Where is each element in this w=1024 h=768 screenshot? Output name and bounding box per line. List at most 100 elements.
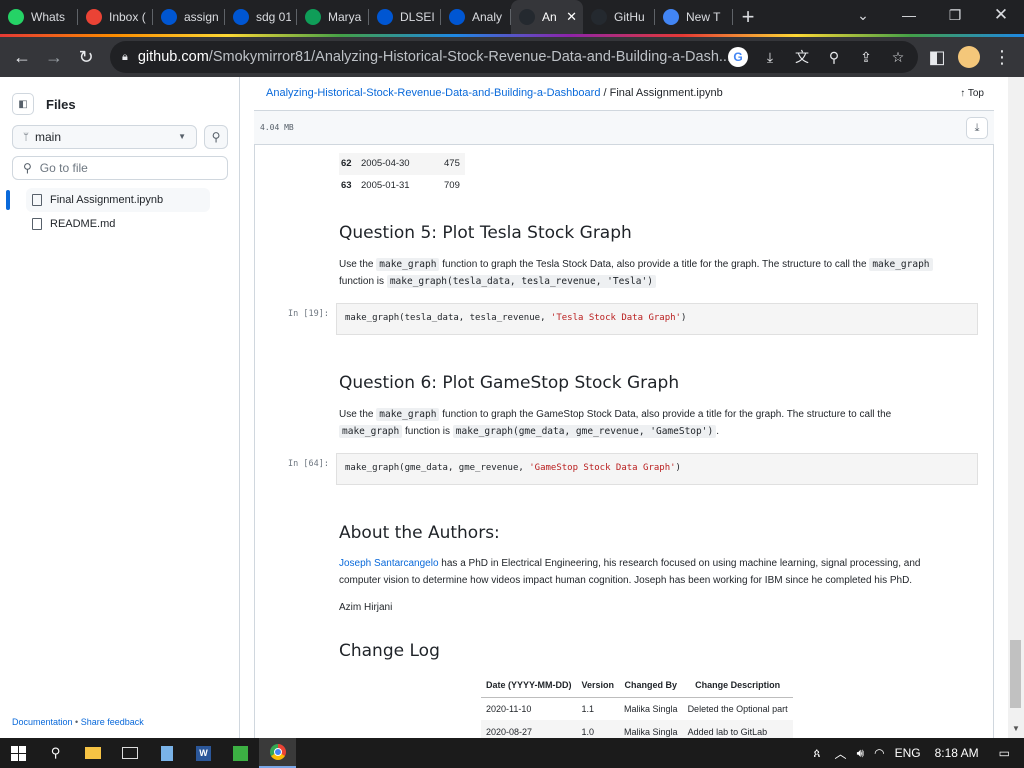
- bookmark-star-icon[interactable]: ☆: [888, 47, 908, 67]
- browser-tab[interactable]: GitHu: [583, 0, 655, 34]
- q5-text-2: function to graph the Tesla Stock Data, …: [439, 259, 870, 270]
- row-index: 62: [341, 158, 352, 169]
- menu-icon[interactable]: ⋮: [986, 41, 1018, 73]
- table-header-row: Date (YYYY-MM-DD) Version Changed By Cha…: [481, 673, 793, 698]
- q6-text-1: Use the: [339, 409, 377, 420]
- close-tab-icon[interactable]: ✕: [566, 9, 577, 25]
- volume-icon[interactable]: 🔊︎: [857, 746, 865, 761]
- panel-footer: Documentation • Share feedback: [12, 717, 144, 727]
- reload-icon[interactable]: ↻: [70, 41, 102, 73]
- column-header: Changed By: [619, 673, 683, 698]
- scrollbar-thumb[interactable]: [1010, 640, 1021, 708]
- share-feedback-link[interactable]: Share feedback: [81, 717, 144, 727]
- tab-title: An: [542, 10, 557, 24]
- q6-code-1: make_graph: [376, 408, 440, 421]
- code-cell[interactable]: make_graph(tesla_data, tesla_revenue, 'T…: [336, 303, 978, 335]
- q5-code-2: make_graph: [869, 258, 933, 271]
- word-icon[interactable]: W: [185, 738, 222, 768]
- tab-title: New T: [686, 10, 721, 24]
- browser-tab[interactable]: Analy: [441, 0, 511, 34]
- google-lens-icon[interactable]: G: [728, 47, 748, 67]
- file-name: Final Assignment.ipynb: [50, 194, 164, 206]
- branch-selector[interactable]: ᛘ main ▼: [12, 125, 197, 149]
- coursera-icon: [233, 9, 249, 25]
- restore-icon[interactable]: ❐: [932, 0, 978, 30]
- profile-avatar[interactable]: [953, 41, 985, 73]
- scroll-down-icon[interactable]: ▼: [1012, 724, 1020, 733]
- clock[interactable]: 8:18 AM: [935, 746, 979, 760]
- table-cell: Malika Singla: [624, 703, 678, 714]
- documentation-link[interactable]: Documentation: [12, 717, 73, 727]
- browser-toolbar: ← → ↻ 🔒︎ github.com /Smokymirror81/Analy…: [0, 37, 1024, 77]
- windows-taskbar: ⚲ W ጰ ︿ 🔊︎ ◠ ENG 8:18 AM ▭: [0, 738, 1024, 768]
- notebook-viewport[interactable]: 62 2005-04-30 475 63 2005-01-31 709 Ques…: [254, 145, 994, 738]
- goto-file-input[interactable]: ⚲ Go to file: [12, 156, 228, 180]
- repo-link[interactable]: Analyzing-Historical-Stock-Revenue-Data-…: [266, 87, 600, 99]
- browser-tab[interactable]: An ✕: [511, 0, 583, 34]
- question6-text: Use the make_graph function to graph the…: [339, 406, 929, 440]
- whatsapp-icon: [8, 9, 24, 25]
- q5-code-1: make_graph: [376, 258, 440, 271]
- back-icon[interactable]: ←: [6, 41, 38, 73]
- collapse-panel-icon[interactable]: ◧: [12, 93, 34, 115]
- file-explorer-icon[interactable]: [74, 738, 111, 768]
- browser-tab[interactable]: assign: [153, 0, 225, 34]
- chrome-taskbar-icon[interactable]: [259, 738, 296, 768]
- forward-icon[interactable]: →: [38, 41, 70, 73]
- file-tree-item[interactable]: README.md: [26, 212, 210, 236]
- translate-icon[interactable]: 文: [792, 47, 812, 67]
- search-icon[interactable]: ⚲: [204, 125, 228, 149]
- windows-start-icon[interactable]: [0, 738, 37, 768]
- author-link[interactable]: Joseph Santarcangelo: [339, 558, 439, 569]
- tab-search-icon[interactable]: ⌄: [840, 0, 886, 30]
- code-cell[interactable]: make_graph(gme_data, gme_revenue, 'GameS…: [336, 453, 978, 485]
- second-author: Azim Hirjani: [339, 602, 393, 613]
- notification-icon[interactable]: ▭: [999, 746, 1010, 760]
- side-panel-icon[interactable]: ◧: [921, 41, 953, 73]
- top-label: Top: [967, 88, 984, 99]
- browser-tab[interactable]: Marya: [297, 0, 369, 34]
- column-header: Date (YYYY-MM-DD): [481, 673, 577, 698]
- tab-title: assign: [184, 10, 219, 24]
- tab-title: Inbox (: [109, 10, 146, 24]
- search-icon[interactable]: ⚲: [37, 738, 74, 768]
- share-icon[interactable]: ⇪: [856, 47, 876, 67]
- file-tree-item[interactable]: Final Assignment.ipynb: [26, 188, 210, 212]
- column-header: Change Description: [682, 673, 793, 698]
- new-tab-icon[interactable]: +: [733, 0, 763, 34]
- file-name-crumb: Final Assignment.ipynb: [609, 87, 723, 99]
- column-header: Version: [576, 673, 620, 698]
- browser-tab[interactable]: Inbox (: [78, 0, 153, 34]
- install-icon[interactable]: ⤓: [760, 47, 780, 67]
- people-icon[interactable]: ጰ: [813, 746, 820, 761]
- zoom-icon[interactable]: ⚲: [824, 47, 844, 67]
- table-cell: 1.0: [576, 720, 620, 738]
- browser-tab[interactable]: Whats: [0, 0, 78, 34]
- download-icon[interactable]: ⤓: [966, 117, 988, 139]
- wifi-icon[interactable]: ◠: [874, 746, 884, 760]
- close-window-icon[interactable]: ✕: [978, 0, 1024, 30]
- top-link[interactable]: ↑ Top: [960, 88, 984, 99]
- tab-title: Whats: [31, 10, 66, 24]
- browser-tab[interactable]: New T: [655, 0, 733, 34]
- snipping-tool-icon[interactable]: [222, 738, 259, 768]
- lock-icon: 🔒︎: [122, 50, 128, 63]
- table-cell: 2020-08-27: [481, 720, 577, 738]
- address-bar[interactable]: 🔒︎ github.com /Smokymirror81/Analyzing-H…: [110, 41, 918, 73]
- minimize-icon[interactable]: —: [886, 0, 932, 30]
- browser-tab[interactable]: sdg 01: [225, 0, 297, 34]
- q6-text-4: .: [716, 426, 719, 437]
- page-scrollbar[interactable]: ▼: [1008, 77, 1024, 738]
- table-cell: Malika Singla: [619, 720, 683, 738]
- row-revenue: 475: [444, 158, 460, 169]
- table-cell: Added lab to GitLab: [682, 720, 793, 738]
- terminal-icon[interactable]: [111, 738, 148, 768]
- github-icon: [519, 9, 535, 25]
- chevron-up-icon[interactable]: ︿: [835, 745, 847, 762]
- notepad-icon[interactable]: [148, 738, 185, 768]
- browser-tab[interactable]: DLSEI: [369, 0, 441, 34]
- q5-text-3: function is: [339, 276, 387, 287]
- system-tray: ጰ ︿ 🔊︎ ◠ ENG 8:18 AM ▭: [813, 738, 1024, 768]
- language-indicator[interactable]: ENG: [895, 746, 921, 760]
- tab-title: Marya: [328, 10, 362, 24]
